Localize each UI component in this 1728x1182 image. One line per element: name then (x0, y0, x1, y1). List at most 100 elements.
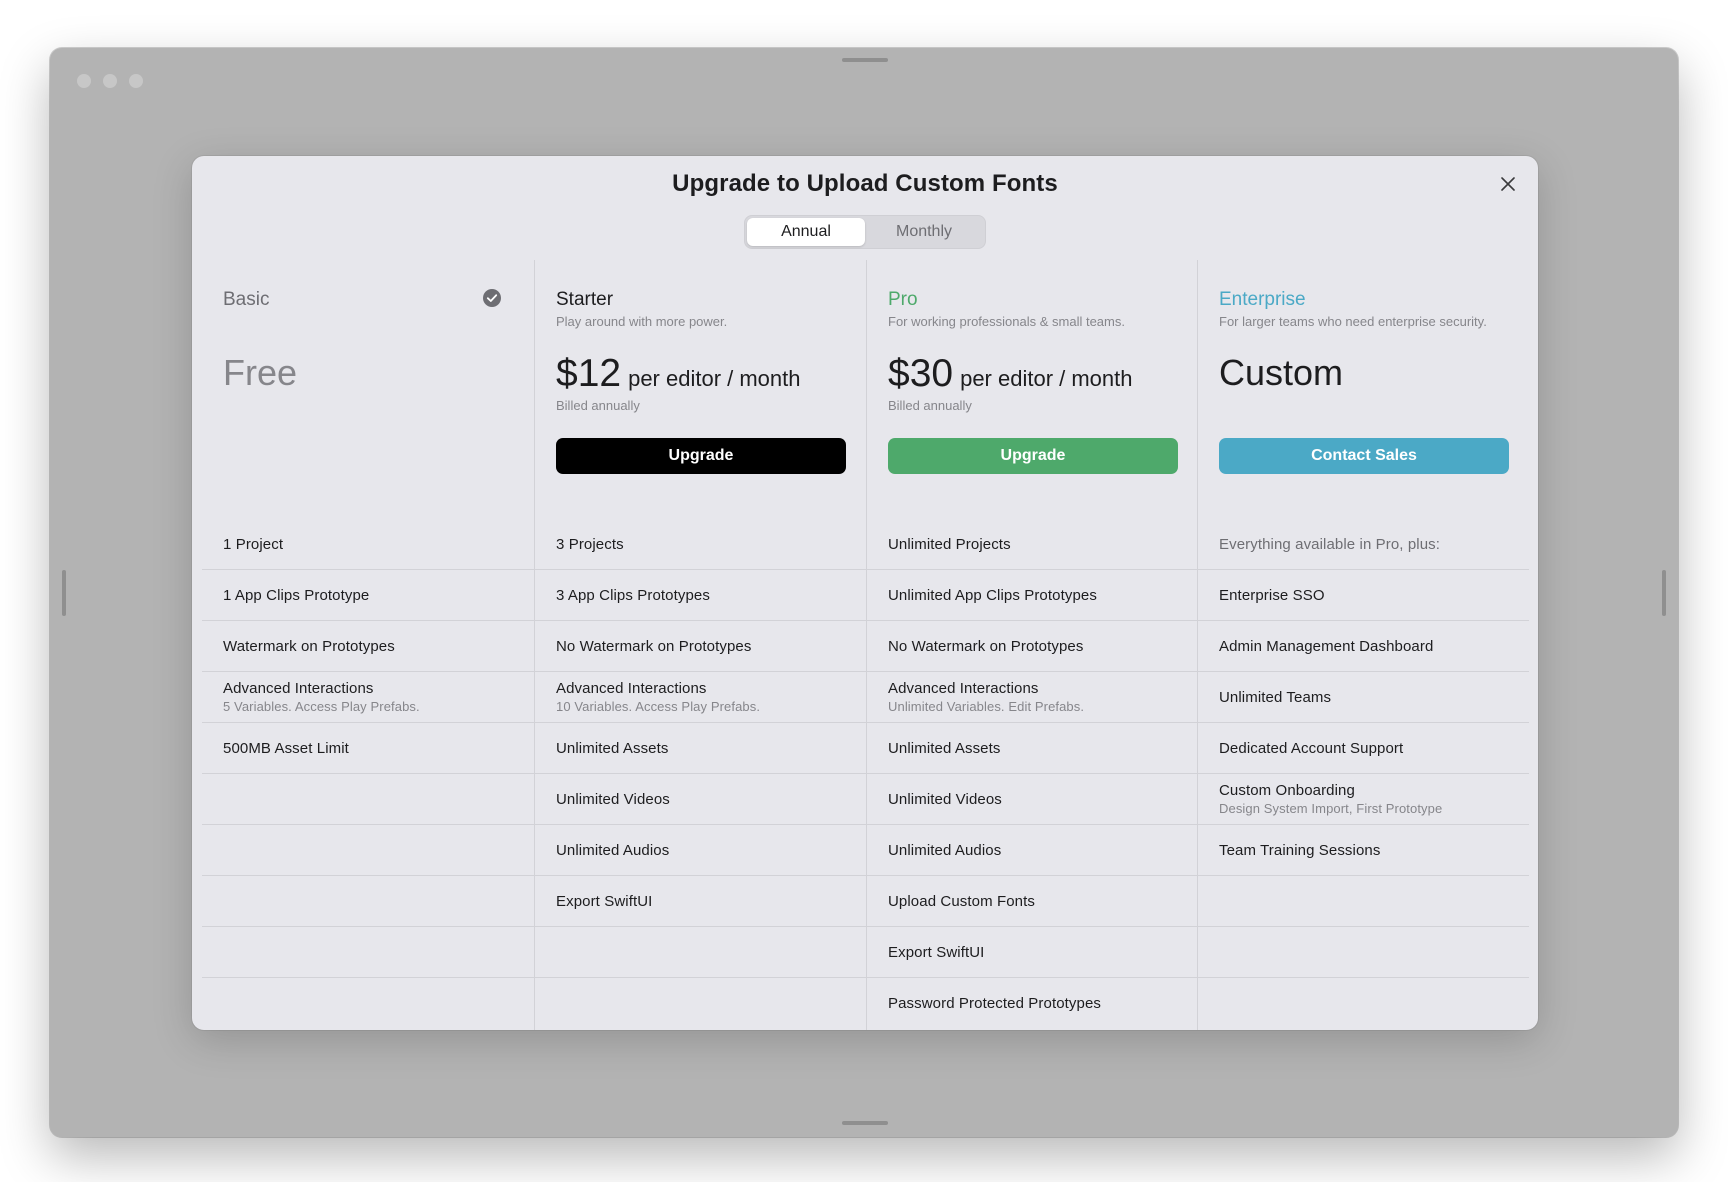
feature-row: 1 App Clips Prototype (202, 570, 534, 621)
plan-header: Starter Play around with more power. $12… (535, 260, 867, 519)
price-amount: $30 (888, 352, 954, 395)
feature-row: No Watermark on Prototypes (535, 621, 867, 672)
feature-list: Unlimited Projects Unlimited App Clips P… (867, 519, 1198, 1029)
feature-row: Export SwiftUI (535, 876, 867, 927)
plan-basic: Basic Free 1 Project 1 App Clips Prototy… (202, 260, 534, 1030)
right-resize-handle[interactable] (1662, 570, 1666, 616)
feature-label: Advanced Interactions (223, 680, 374, 697)
price-amount: Free (223, 352, 298, 393)
feature-row: Unlimited Projects (867, 519, 1198, 570)
feature-row (202, 978, 534, 1029)
feature-row (1198, 927, 1529, 978)
close-modal-button[interactable] (1496, 172, 1520, 196)
price-amount: Custom (1219, 352, 1344, 393)
feature-row: Unlimited App Clips Prototypes (867, 570, 1198, 621)
feature-label: No Watermark on Prototypes (556, 637, 752, 655)
feature-label: No Watermark on Prototypes (888, 637, 1084, 655)
feature-row: Custom Onboarding Design System Import, F… (1198, 774, 1529, 825)
feature-row (202, 927, 534, 978)
feature-row (535, 978, 867, 1029)
feature-row: Admin Management Dashboard (1198, 621, 1529, 672)
feature-label: Custom Onboarding (1219, 782, 1355, 799)
feature-label: Everything available in Pro, plus: (1219, 535, 1441, 553)
feature-label: Unlimited Videos (888, 790, 1002, 808)
feature-row: 500MB Asset Limit (202, 723, 534, 774)
plan-header: Pro For working professionals & small te… (867, 260, 1198, 519)
modal-title: Upgrade to Upload Custom Fonts (672, 170, 1058, 197)
feature-row (535, 927, 867, 978)
close-icon (1501, 177, 1515, 191)
feature-label: Unlimited App Clips Prototypes (888, 586, 1097, 604)
feature-row: Dedicated Account Support (1198, 723, 1529, 774)
feature-label: Password Protected Prototypes (888, 995, 1102, 1012)
feature-row: Unlimited Videos (535, 774, 867, 825)
feature-label: Export SwiftUI (556, 892, 653, 910)
feature-label: Unlimited Videos (556, 790, 670, 808)
close-window-icon[interactable] (77, 74, 91, 88)
plans-grid: Basic Free 1 Project 1 App Clips Prototy… (202, 260, 1529, 1030)
billing-note: Billed annually (556, 398, 640, 413)
feature-label: Watermark on Prototypes (223, 637, 395, 655)
feature-label: Export SwiftUI (888, 943, 985, 961)
plan-price: Free (223, 352, 297, 394)
zoom-window-icon[interactable] (129, 74, 143, 88)
feature-label: 3 Projects (556, 535, 624, 553)
feature-row: Advanced Interactions 5 Variables. Access… (202, 672, 534, 723)
contact-sales-button[interactable]: Contact Sales (1219, 438, 1509, 474)
feature-label: Enterprise SSO (1219, 586, 1325, 604)
feature-label: Unlimited Teams (1219, 688, 1332, 706)
feature-label: Upload Custom Fonts (888, 892, 1035, 910)
plan-header: Enterprise For larger teams who need ent… (1198, 260, 1529, 519)
feature-row: Team Training Sessions (1198, 825, 1529, 876)
feature-label: Advanced Interactions (888, 680, 1039, 697)
minimize-window-icon[interactable] (103, 74, 117, 88)
feature-label: 1 App Clips Prototype (223, 586, 370, 604)
price-amount: $12 (556, 352, 622, 395)
feature-label: Unlimited Projects (888, 535, 1011, 553)
feature-row (1198, 978, 1529, 1029)
feature-label: Team Training Sessions (1219, 841, 1381, 859)
plan-description: For working professionals & small teams. (888, 314, 1125, 329)
billing-toggle: Annual Monthly (744, 215, 986, 249)
window-controls (77, 74, 143, 88)
feature-label: Unlimited Assets (556, 739, 669, 757)
feature-list: 1 Project 1 App Clips Prototype Watermar… (202, 519, 534, 1029)
feature-row: Enterprise SSO (1198, 570, 1529, 621)
feature-row: Unlimited Assets (867, 723, 1198, 774)
feature-row: Everything available in Pro, plus: (1198, 519, 1529, 570)
bottom-resize-handle[interactable] (842, 1121, 888, 1125)
feature-row (202, 876, 534, 927)
left-resize-handle[interactable] (62, 570, 66, 616)
feature-row: Password Protected Prototypes (867, 978, 1198, 1029)
feature-row: Upload Custom Fonts (867, 876, 1198, 927)
plan-price: Custom (1219, 352, 1343, 394)
feature-label: 1 Project (223, 535, 284, 553)
feature-row: 3 Projects (535, 519, 867, 570)
feature-label: Unlimited Assets (888, 739, 1001, 757)
feature-label: Unlimited Audios (556, 841, 670, 859)
billing-option-annual[interactable]: Annual (747, 218, 865, 246)
feature-row: Watermark on Prototypes (202, 621, 534, 672)
feature-row (202, 825, 534, 876)
feature-list: Everything available in Pro, plus: Enter… (1198, 519, 1529, 1029)
feature-row (1198, 876, 1529, 927)
feature-row: Unlimited Assets (535, 723, 867, 774)
feature-list: 3 Projects 3 App Clips Prototypes No Wat… (535, 519, 867, 1029)
plan-name: Basic (223, 289, 270, 310)
plan-price: $12 per editor / month (556, 352, 801, 396)
feature-row: 3 App Clips Prototypes (535, 570, 867, 621)
feature-label: Dedicated Account Support (1219, 739, 1404, 757)
feature-row: Advanced Interactions Unlimited Variables… (867, 672, 1198, 723)
feature-label: Unlimited Audios (888, 841, 1002, 859)
feature-row: Export SwiftUI (867, 927, 1198, 978)
billing-option-monthly[interactable]: Monthly (865, 218, 983, 246)
starter-upgrade-button[interactable]: Upgrade (556, 438, 846, 474)
feature-row: Advanced Interactions 10 Variables. Acces… (535, 672, 867, 723)
billing-note: Billed annually (888, 398, 972, 413)
feature-row: Unlimited Audios (535, 825, 867, 876)
plan-name: Pro (888, 289, 918, 310)
price-unit: per editor / month (628, 366, 801, 391)
pro-upgrade-button[interactable]: Upgrade (888, 438, 1178, 474)
top-resize-handle[interactable] (842, 58, 888, 62)
plan-enterprise: Enterprise For larger teams who need ent… (1197, 260, 1529, 1030)
